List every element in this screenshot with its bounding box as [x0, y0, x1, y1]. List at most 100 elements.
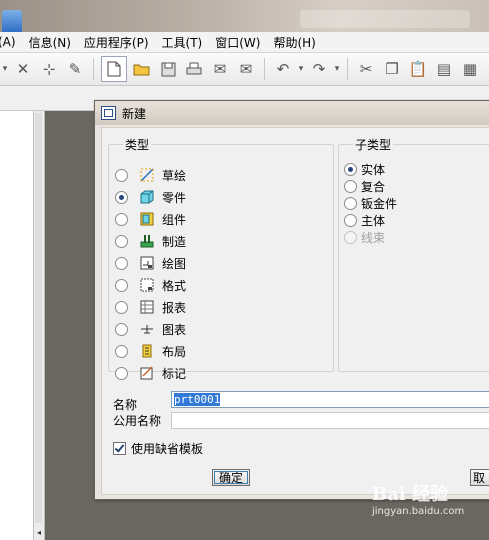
use-default-template-label: 使用缺省模板 [131, 442, 204, 456]
scroll-down-arrow-icon[interactable]: ◂ [34, 528, 44, 540]
subtype-group: 子类型 实体 复合 钣金件 主体 线束 [338, 136, 489, 372]
type-option-report[interactable]: 报表 [115, 297, 186, 317]
menu-item-help[interactable]: 帮助(H) [273, 34, 322, 51]
type-radio[interactable] [115, 256, 128, 270]
name-label-row: 名称 [113, 396, 137, 413]
plane-icon[interactable]: ✕ [12, 58, 34, 80]
pen-icon[interactable]: ✎ [64, 58, 86, 80]
format-icon [140, 278, 154, 292]
cut-icon[interactable]: ✂ [355, 58, 377, 80]
subtype-radio[interactable] [344, 180, 357, 193]
new-file-dialog: 新建 类型 草绘 零件 组件 制造 绘图 格式 报表 图表 布局 标记 子类型 … [94, 100, 489, 500]
type-option-markup[interactable]: 标记 [115, 363, 186, 383]
type-option-format[interactable]: 格式 [115, 275, 186, 295]
subtype-option-bulk[interactable]: 主体 [344, 212, 385, 229]
type-label: 报表 [162, 300, 187, 315]
cancel-button[interactable]: 取 [470, 469, 489, 486]
name-label: 名称 [113, 398, 138, 412]
open-folder-icon[interactable] [131, 58, 153, 80]
subtype-option-solid[interactable]: 实体 [344, 161, 385, 178]
type-option-drawing[interactable]: 绘图 [115, 253, 186, 273]
type-label: 草绘 [162, 168, 187, 183]
new-file-icon[interactable] [101, 56, 127, 82]
menu-item-window[interactable]: 窗口(W) [215, 34, 267, 51]
dialog-window-icon [101, 106, 116, 120]
menu-bar: (A) 信息(N) 应用程序(P) 工具(T) 窗口(W) 帮助(H) [0, 32, 489, 53]
regenerate-icon[interactable]: ▦ [459, 58, 481, 80]
subtype-label: 复合 [361, 180, 386, 194]
vertical-scrollbar[interactable]: ◂ [34, 111, 45, 540]
dialog-title-bar: 新建 [95, 101, 489, 125]
subtype-label: 线束 [361, 231, 386, 245]
type-radio[interactable] [115, 190, 128, 204]
menu-item-tools[interactable]: 工具(T) [162, 34, 210, 51]
type-radio[interactable] [115, 278, 128, 292]
type-option-diagram[interactable]: 图表 [115, 319, 186, 339]
type-label: 绘图 [162, 256, 187, 271]
type-radio[interactable] [115, 344, 128, 358]
dropdown-arrow-icon[interactable]: ▾ [0, 58, 10, 80]
watermark-url: jingyan.baidu.com [372, 506, 465, 517]
undo-icon[interactable]: ↶ [272, 58, 294, 80]
watermark: Bai 经验 jingyan.baidu.com [372, 480, 464, 517]
subtype-legend: 子类型 [355, 138, 392, 152]
type-radio[interactable] [115, 212, 128, 226]
type-label: 零件 [162, 190, 187, 205]
mail-attach-icon[interactable]: ✉ [235, 58, 257, 80]
menu-item-info[interactable]: 信息(N) [29, 34, 78, 51]
type-legend: 类型 [125, 138, 150, 152]
name-field-value: prt0001 [174, 393, 221, 406]
type-label: 标记 [162, 366, 187, 381]
subtype-radio[interactable] [344, 197, 357, 210]
subtype-option-harness: 线束 [344, 229, 385, 246]
use-default-template-row[interactable]: 使用缺省模板 [113, 440, 203, 457]
common-name-field[interactable] [171, 412, 489, 429]
manufacturing-icon [140, 234, 154, 248]
common-name-label: 公用名称 [113, 414, 162, 428]
dialog-body: 类型 草绘 零件 组件 制造 绘图 格式 报表 图表 布局 标记 子类型 实体 … [101, 127, 489, 495]
type-option-assembly[interactable]: 组件 [115, 209, 186, 229]
use-default-template-checkbox[interactable] [113, 442, 126, 455]
type-label: 格式 [162, 278, 187, 293]
print-icon[interactable] [183, 58, 205, 80]
type-option-part[interactable]: 零件 [115, 187, 186, 207]
type-option-layout[interactable]: 布局 [115, 341, 186, 361]
redo-icon[interactable]: ↷ [308, 58, 330, 80]
dialog-title: 新建 [122, 106, 147, 121]
type-group: 类型 草绘 零件 组件 制造 绘图 格式 报表 图表 布局 标记 [108, 136, 334, 381]
menu-item-applications[interactable]: 应用程序(P) [84, 34, 156, 51]
model-tree-panel [0, 111, 34, 540]
menu-item-a[interactable]: (A) [0, 35, 23, 49]
datum-icon[interactable]: ⊹ [38, 58, 60, 80]
subtype-radio[interactable] [344, 163, 357, 176]
paste-special-icon[interactable]: ▤ [433, 58, 455, 80]
scrollbar-thumb[interactable] [35, 113, 42, 523]
type-radio[interactable] [115, 168, 128, 182]
app-icon [2, 10, 22, 32]
type-option-sketch[interactable]: 草绘 [115, 165, 186, 185]
ok-button[interactable]: 确定 [212, 469, 250, 486]
save-icon[interactable] [157, 58, 179, 80]
copy-icon[interactable]: ❐ [381, 58, 403, 80]
subtype-option-sheetmetal[interactable]: 钣金件 [344, 195, 397, 212]
name-field[interactable]: prt0001 [171, 391, 489, 408]
subtype-radio [344, 231, 357, 244]
send-mail-icon[interactable]: ✉ [209, 58, 231, 80]
paste-icon[interactable]: 📋 [407, 58, 429, 80]
type-radio[interactable] [115, 300, 128, 314]
subtype-option-composite[interactable]: 复合 [344, 178, 385, 195]
watermark-text: Bai 经验 [372, 484, 448, 505]
type-label: 布局 [162, 344, 187, 359]
type-option-manufacturing[interactable]: 制造 [115, 231, 186, 251]
undo-dropdown-icon[interactable]: ▾ [296, 58, 306, 80]
type-radio[interactable] [115, 366, 128, 380]
subtype-radio[interactable] [344, 214, 357, 227]
subtype-label: 钣金件 [361, 197, 398, 211]
type-label: 制造 [162, 234, 187, 249]
redo-dropdown-icon[interactable]: ▾ [332, 58, 342, 80]
markup-icon [140, 366, 154, 380]
type-radio[interactable] [115, 322, 128, 336]
type-radio[interactable] [115, 234, 128, 248]
type-label: 组件 [162, 212, 187, 227]
toolbar-separator [93, 58, 94, 80]
